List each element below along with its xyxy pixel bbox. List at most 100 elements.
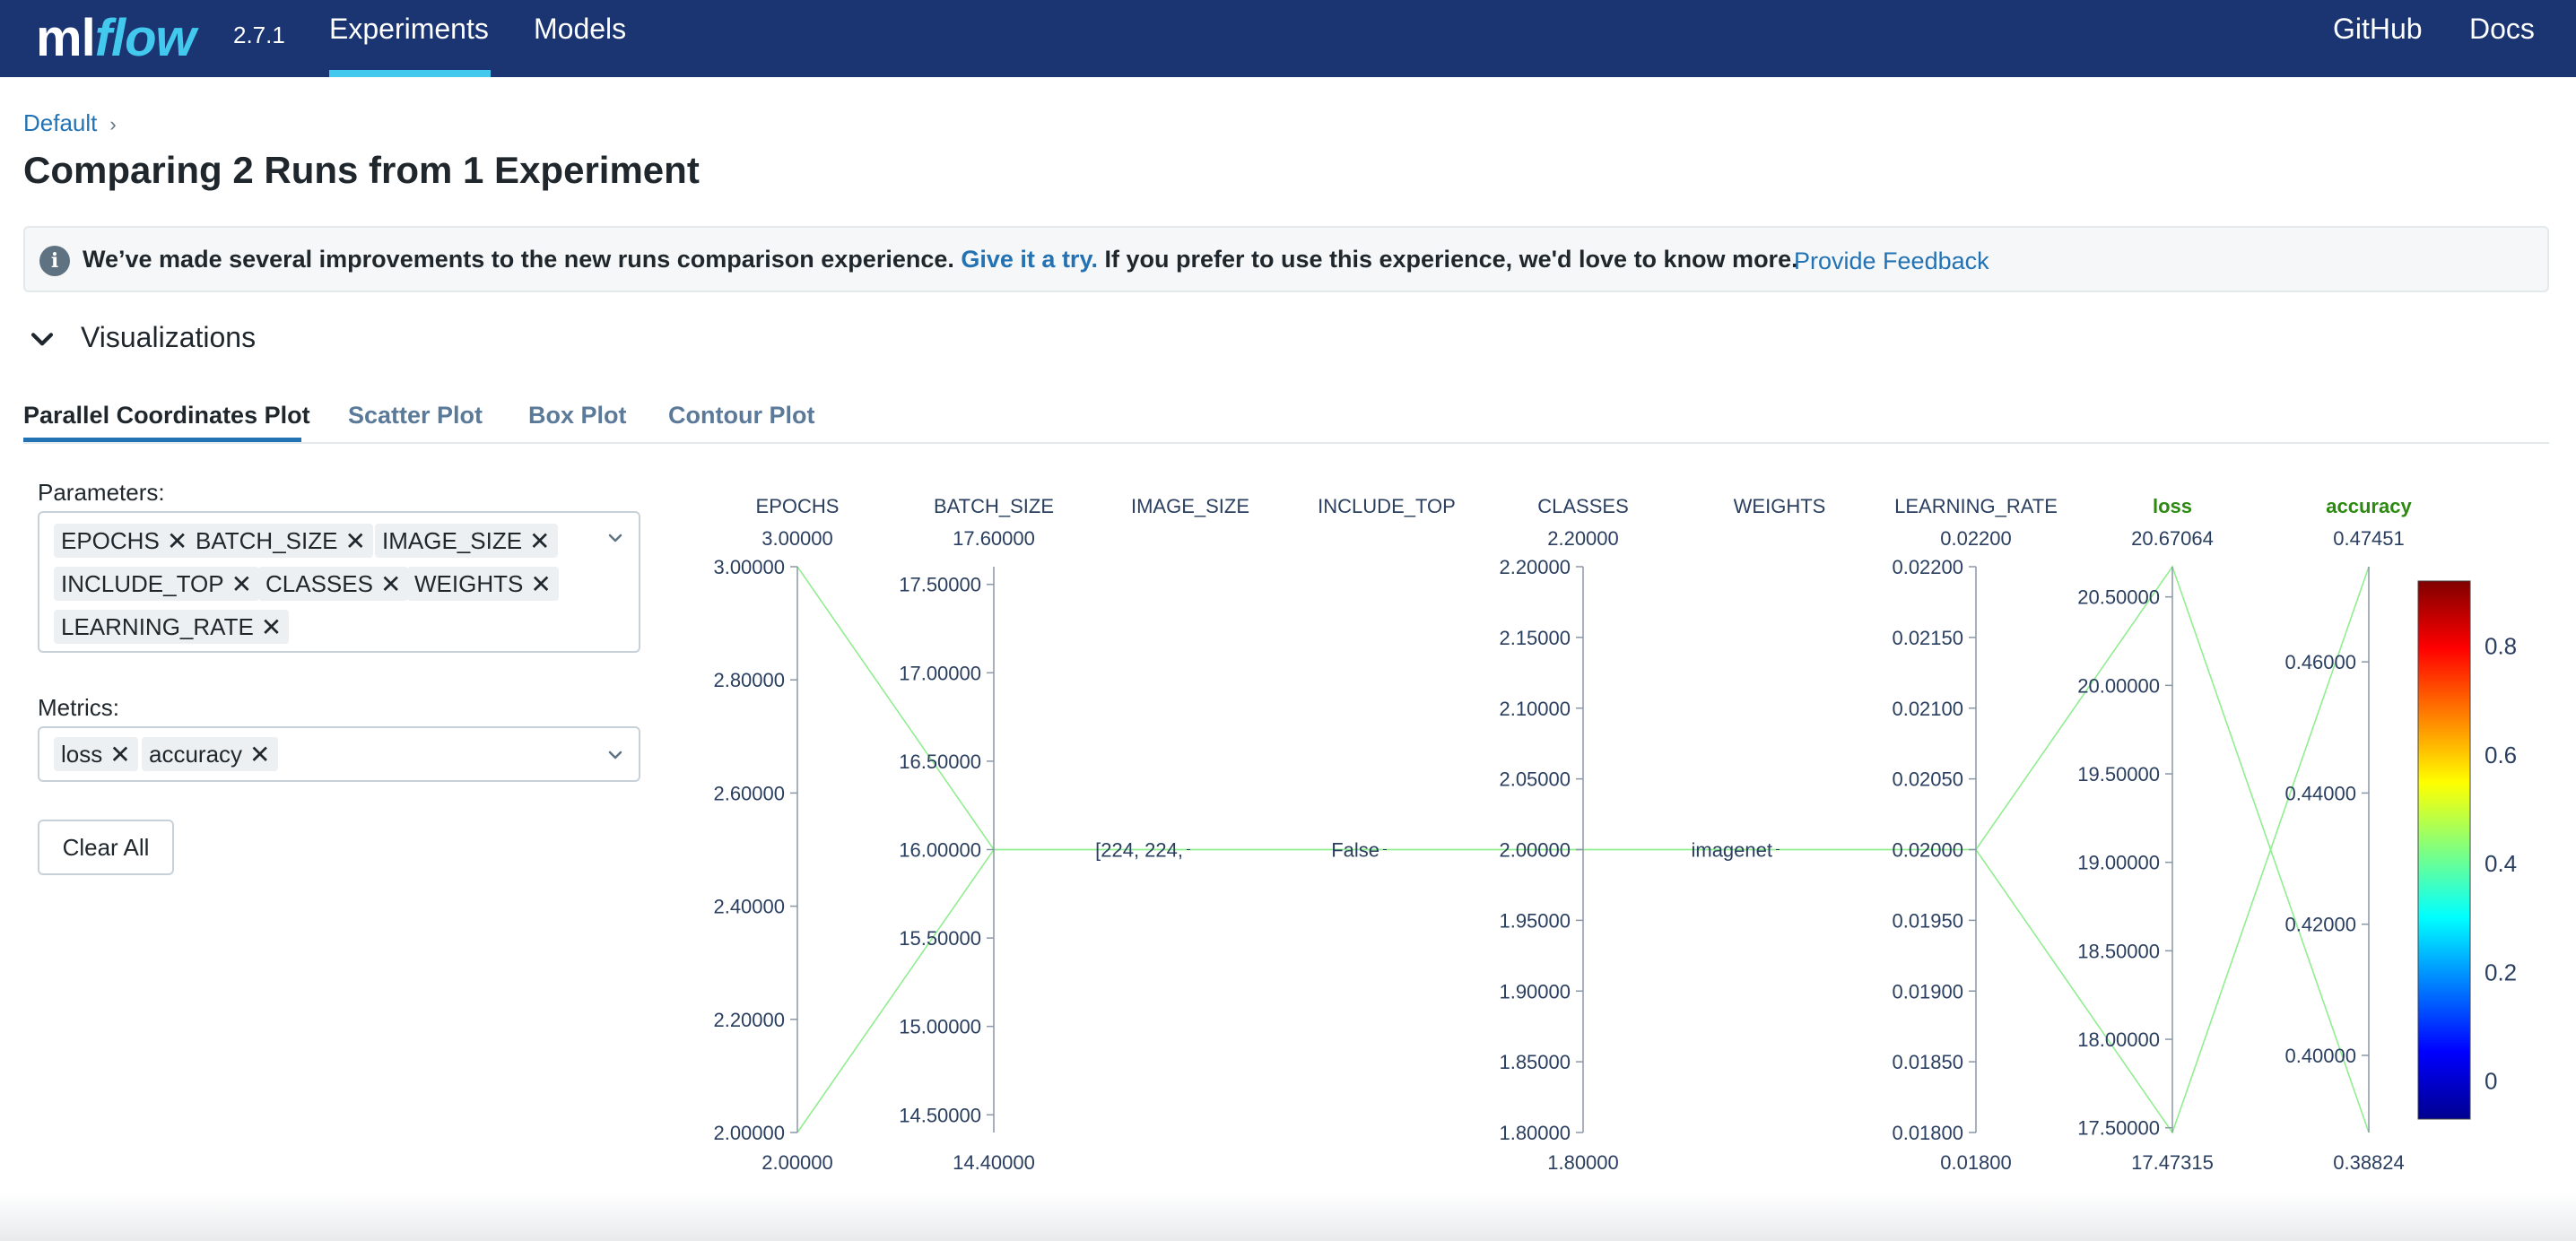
tag-label: EPOCHS	[61, 526, 160, 554]
axis-title-learning-rate: LEARNING_RATE	[1894, 495, 2058, 517]
colorbar-tick-label: 0.6	[2485, 742, 2517, 768]
axis-range-top: 17.60000	[953, 527, 1035, 550]
provide-feedback-link[interactable]: Provide Feedback	[1794, 247, 1989, 275]
axis-tick-label: 0.02050	[1892, 768, 1963, 791]
axis-tick-label: 1.85000	[1499, 1051, 1571, 1073]
axis-tick-label: 2.60000	[713, 782, 785, 804]
axis-range-bottom: 17.47315	[2131, 1151, 2214, 1174]
tag-label: WEIGHTS	[414, 569, 524, 597]
tag-label: BATCH_SIZE	[196, 526, 338, 554]
axis-tick-label: 17.50000	[2077, 1117, 2160, 1140]
nav-experiments[interactable]: Experiments	[329, 13, 489, 46]
axis-tick-label: 0.02150	[1892, 627, 1963, 649]
axis-tick-label: 1.95000	[1499, 909, 1571, 932]
axis-tick-label: 19.50000	[2077, 763, 2160, 785]
clear-all-button[interactable]: Clear All	[38, 820, 174, 875]
nav-models[interactable]: Models	[534, 13, 626, 46]
info-icon: i	[39, 246, 70, 276]
remove-tag-icon[interactable]: ✕	[231, 569, 252, 599]
tab-parallel-coordinates[interactable]: Parallel Coordinates Plot	[23, 402, 310, 430]
remove-tag-icon[interactable]: ✕	[380, 569, 401, 599]
remove-tag-icon[interactable]: ✕	[529, 526, 550, 556]
axis-range-top: 0.47451	[2333, 527, 2405, 550]
axis-tick-label: 0.02000	[1892, 839, 1963, 862]
axis-tick-label: 2.10000	[1499, 698, 1571, 720]
page-title: Comparing 2 Runs from 1 Experiment	[23, 149, 700, 191]
banner-text-before: We’ve made several improvements to the n…	[83, 246, 954, 273]
remove-tag-icon[interactable]: ✕	[109, 740, 130, 769]
axis-tick-label: 2.05000	[1499, 768, 1571, 791]
axis-title-weights: WEIGHTS	[1734, 495, 1826, 517]
remove-tag-icon[interactable]: ✕	[344, 526, 365, 556]
axis-tick-label: 2.80000	[713, 669, 785, 691]
tag-label: loss	[61, 740, 103, 768]
tab-contour-plot[interactable]: Contour Plot	[668, 402, 814, 430]
tab-divider	[23, 442, 2549, 444]
axis-tick-label: 1.80000	[1499, 1122, 1571, 1144]
axis-tick-label: 0.42000	[2284, 914, 2356, 936]
axis-tick-label: 0.46000	[2284, 651, 2356, 673]
axis-title-batch-size: BATCH_SIZE	[934, 495, 1054, 517]
param-tag-include-top: INCLUDE_TOP ✕	[54, 567, 260, 601]
axis-tick-label: 0.01950	[1892, 909, 1963, 932]
param-tag-epochs: EPOCHS ✕	[54, 524, 196, 558]
tag-label: IMAGE_SIZE	[382, 526, 523, 554]
banner-text: We’ve made several improvements to the n…	[83, 246, 1798, 273]
axis-range-top: 0.02200	[1940, 527, 2012, 550]
axis-range-bottom: 0.01800	[1940, 1151, 2012, 1174]
axis-tick-label: 17.50000	[899, 574, 981, 596]
tab-box-plot[interactable]: Box Plot	[528, 402, 627, 430]
axis-tick-label: 2.20000	[1499, 556, 1571, 578]
metrics-select[interactable]: loss ✕ accuracy ✕	[38, 726, 640, 782]
nav-docs[interactable]: Docs	[2469, 13, 2535, 46]
banner-text-after: If you prefer to use this experience, we…	[1104, 246, 1798, 273]
breadcrumb-default[interactable]: Default	[23, 109, 97, 136]
nav-github[interactable]: GitHub	[2333, 13, 2423, 46]
axis-tick-label: 2.40000	[713, 896, 785, 918]
visualizations-title[interactable]: Visualizations	[81, 321, 256, 354]
info-banner: i We’ve made several improvements to the…	[23, 226, 2549, 292]
axis-tick-label: 18.00000	[2077, 1028, 2160, 1051]
axis-title-epochs: EPOCHS	[756, 495, 840, 517]
axis-tick-label: False	[1331, 839, 1379, 862]
colorbar	[2417, 580, 2471, 1120]
breadcrumb-separator: ›	[109, 113, 117, 135]
metric-tag-accuracy: accuracy ✕	[142, 737, 278, 771]
colorbar-tick-label: 0.2	[2485, 959, 2517, 985]
axis-tick-label: 2.00000	[713, 1122, 785, 1144]
remove-tag-icon[interactable]: ✕	[249, 740, 270, 769]
logo-flow-text: flow	[94, 9, 196, 67]
remove-tag-icon[interactable]: ✕	[167, 526, 187, 556]
axis-tick-label: 16.50000	[899, 751, 981, 773]
axis-tick-label: 20.50000	[2077, 586, 2160, 609]
tab-scatter-plot[interactable]: Scatter Plot	[348, 402, 483, 430]
axis-tick-label: 3.00000	[713, 556, 785, 578]
axis-range-bottom: 1.80000	[1547, 1151, 1619, 1174]
tag-label: INCLUDE_TOP	[61, 569, 224, 597]
parameters-select[interactable]: EPOCHS ✕ BATCH_SIZE ✕ IMAGE_SIZE ✕ INCLUDE_…	[38, 511, 640, 653]
axis-range-top: 2.20000	[1547, 527, 1619, 550]
banner-try-link[interactable]: Give it a try.	[961, 246, 1098, 273]
param-tag-image-size: IMAGE_SIZE ✕	[375, 524, 558, 558]
chevron-down-icon[interactable]	[605, 527, 626, 549]
parallel-coordinates-chart[interactable]: EPOCHS 3.00000 2.00000 3.00000 2.80000 2.6000…	[682, 475, 2565, 1184]
axis-title-accuracy: accuracy	[2326, 495, 2412, 517]
axis-tick-label: 2.20000	[713, 1009, 785, 1031]
axis-tick-label: 15.50000	[899, 927, 981, 950]
axis-tick-label: 14.50000	[899, 1104, 981, 1126]
remove-tag-icon[interactable]: ✕	[261, 612, 282, 642]
colorbar-tick-label: 0.4	[2485, 850, 2517, 877]
axis-title-classes: CLASSES	[1537, 495, 1629, 517]
axis-tick-label: 2.00000	[1499, 839, 1571, 862]
chevron-down-icon[interactable]	[27, 325, 57, 355]
logo-ml-text: ml	[36, 9, 96, 67]
axis-tick-label: 19.00000	[2077, 852, 2160, 874]
mlflow-logo[interactable]: ml flow	[36, 2, 196, 65]
axis-title-loss: loss	[2153, 495, 2192, 517]
axis-range-bottom: 2.00000	[761, 1151, 833, 1174]
axis-tick-label: 0.02200	[1892, 556, 1963, 578]
remove-tag-icon[interactable]: ✕	[530, 569, 551, 599]
active-nav-indicator	[329, 70, 491, 77]
chevron-down-icon[interactable]	[605, 744, 626, 766]
axis-tick-label: 0.44000	[2284, 782, 2356, 804]
